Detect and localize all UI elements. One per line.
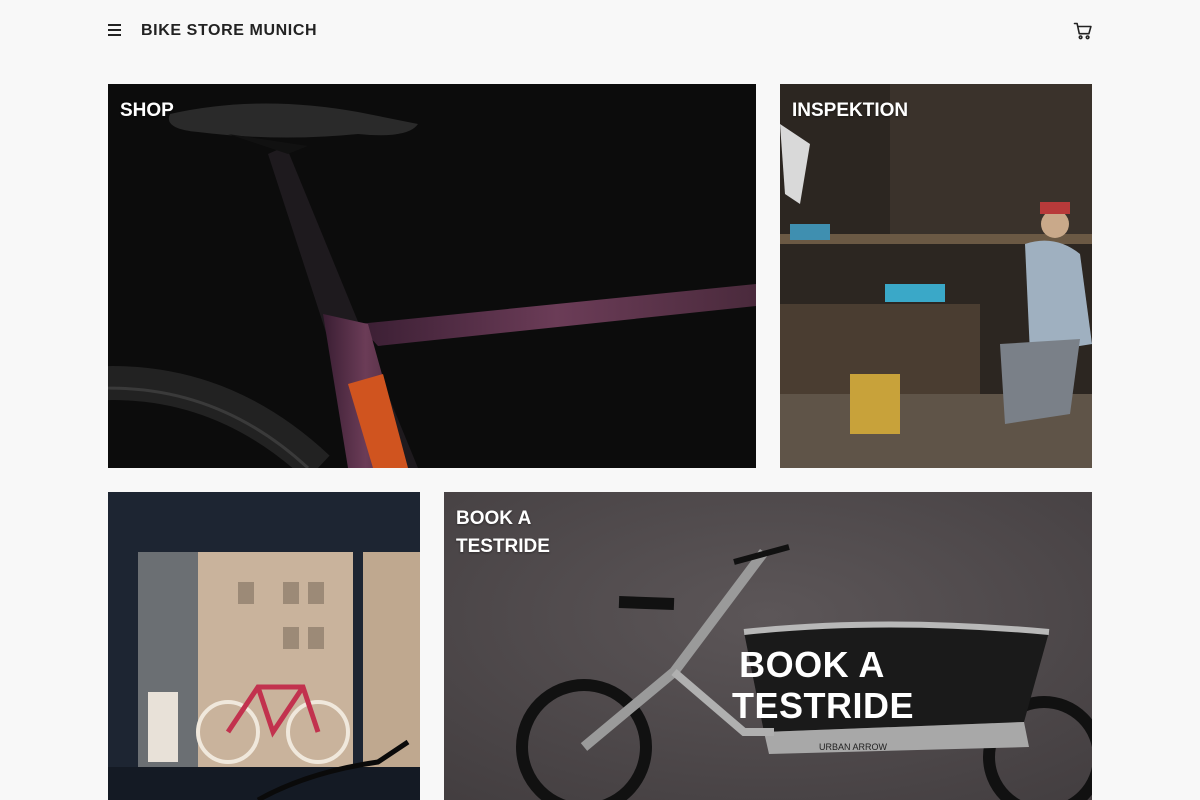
store-window-photo	[108, 492, 420, 800]
shop-label: SHOP	[120, 100, 174, 121]
inspektion-tile[interactable]: INSPEKTION	[780, 84, 1092, 468]
testride-tile[interactable]: URBAN ARROW BOOK A TESTRIDE BOOK A TESTR…	[444, 492, 1092, 800]
brand-logo-link[interactable]: BIKE STORE MUNICH	[141, 22, 317, 40]
hamburger-menu-icon[interactable]	[108, 24, 122, 38]
site-header: BIKE STORE MUNICH	[0, 0, 1200, 64]
testride-label: BOOK A TESTRIDE	[456, 508, 550, 557]
shop-photo	[108, 84, 756, 468]
inspektion-label: INSPEKTION	[792, 100, 909, 121]
testride-banner: BOOK A TESTRIDE	[732, 644, 915, 726]
shopping-cart-icon[interactable]	[1073, 21, 1093, 41]
shop-tile[interactable]: SHOP	[108, 84, 756, 468]
urban-arrow-brand: URBAN ARROW	[819, 742, 888, 752]
store-window-tile[interactable]	[108, 492, 420, 800]
inspektion-photo	[780, 84, 1092, 468]
